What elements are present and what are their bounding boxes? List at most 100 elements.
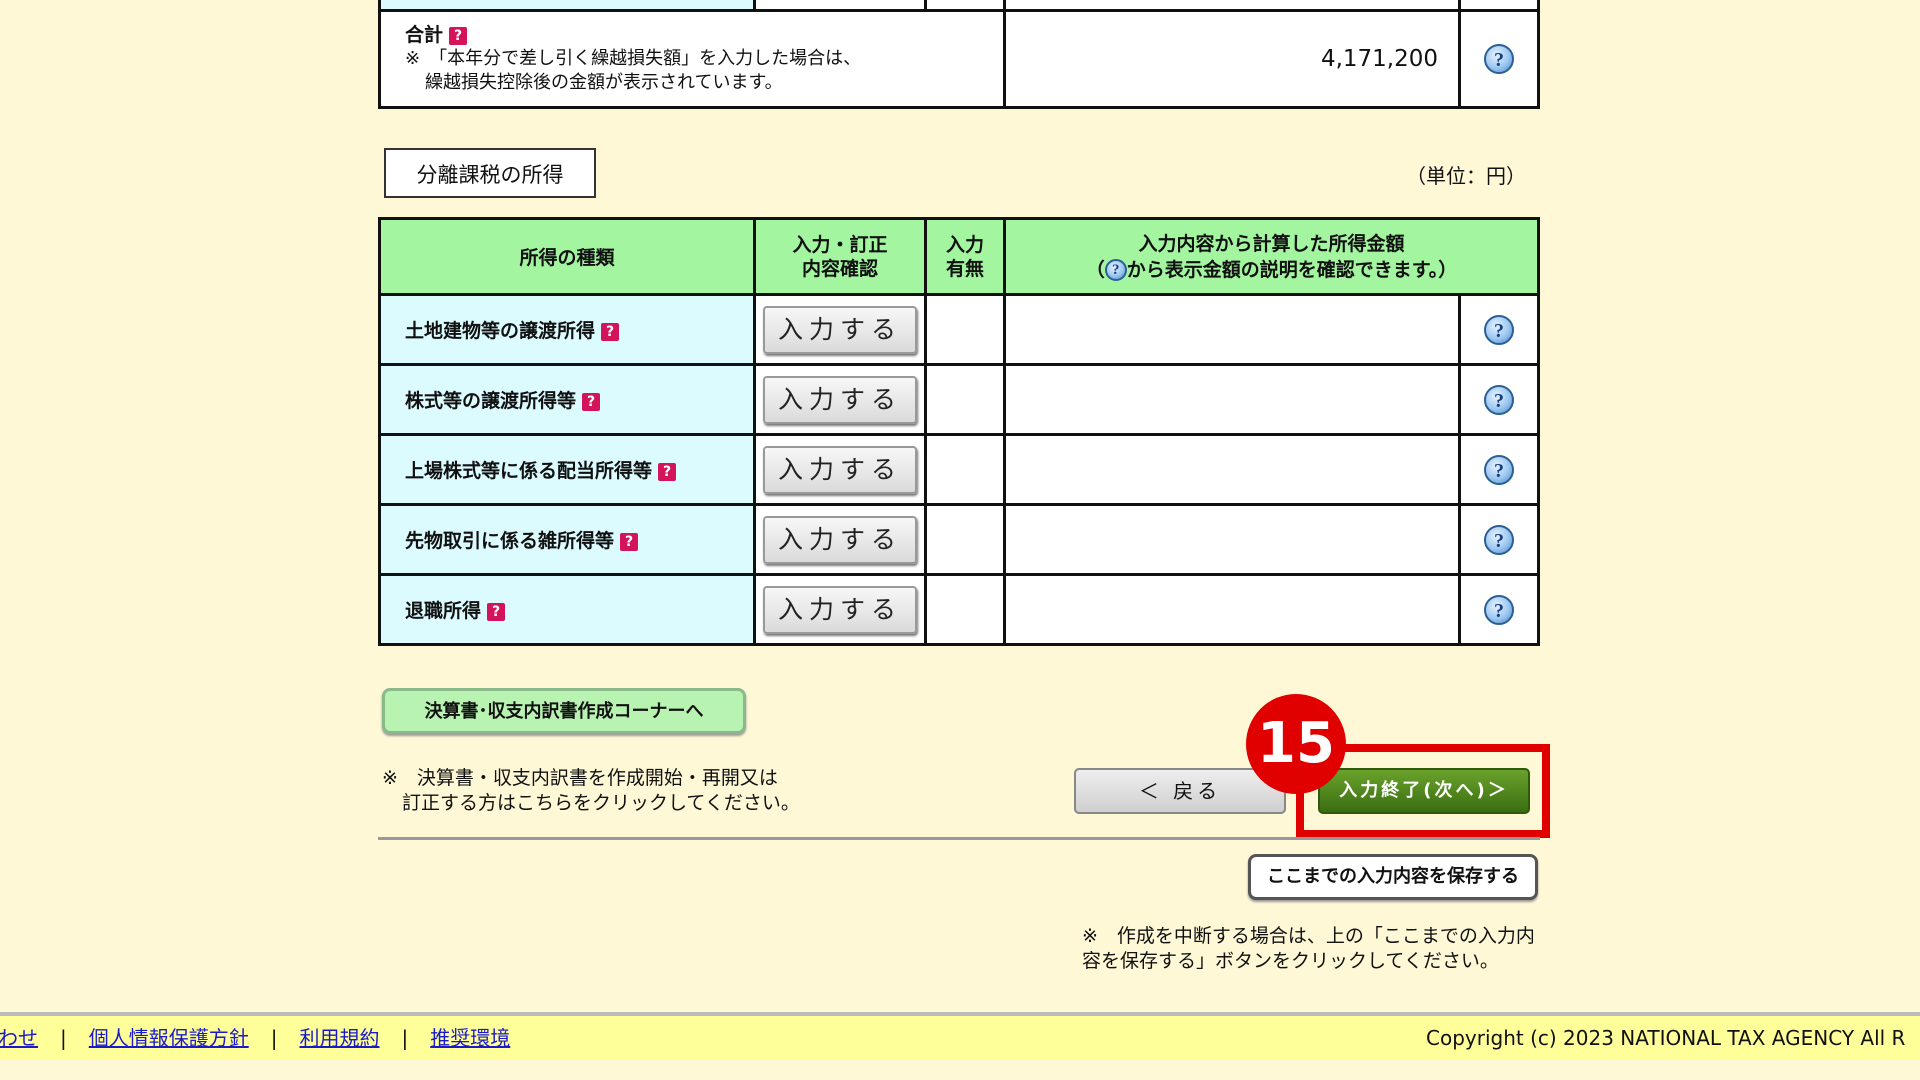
- help-cell: ?: [1458, 363, 1540, 436]
- footer-link-contact[interactable]: わせ: [0, 1026, 38, 1050]
- header-income-type: 所得の種類: [378, 217, 756, 296]
- help-cell: ?: [1458, 293, 1540, 366]
- header-input-confirm: 入力・訂正 内容確認: [753, 217, 927, 296]
- header-has-input: 入力 有無: [924, 217, 1006, 296]
- row-status: [924, 293, 1006, 366]
- total-title: 合計?: [405, 23, 1002, 47]
- row-label: 土地建物等の譲渡所得: [405, 320, 596, 342]
- question-bubble-icon[interactable]: ?: [1484, 44, 1514, 74]
- row-amount: [1003, 573, 1461, 646]
- corner-note-line2: 訂正する方はこちらをクリックしてください。: [402, 792, 800, 814]
- step-badge: 15: [1246, 694, 1346, 794]
- save-note: ※ 作成を中断する場合は、上の「ここまでの入力内容を保存する」ボタンをクリックし…: [1082, 925, 1535, 972]
- total-label-cell: 合計? ※ 「本年分で差し引く繰越損失額」を入力した場合は、 繰越損失控除後の金…: [378, 9, 1006, 109]
- red-question-icon[interactable]: ?: [582, 392, 601, 411]
- footer-link-privacy[interactable]: 個人情報保護方針: [89, 1026, 249, 1050]
- row-amount: [1003, 503, 1461, 576]
- footer-bottom: [0, 1060, 1920, 1080]
- footer-link-contact-text[interactable]: わせ: [0, 1026, 38, 1050]
- divider: [378, 837, 1540, 840]
- stub-cell: [1003, 0, 1461, 12]
- row-button-cell: 入力する: [753, 503, 927, 576]
- row-label: 上場株式等に係る配当所得等: [405, 460, 653, 482]
- input-button[interactable]: 入力する: [763, 305, 917, 354]
- question-bubble-icon[interactable]: ?: [1484, 454, 1514, 485]
- row-status: [924, 363, 1006, 436]
- footer-link-terms[interactable]: 利用規約: [300, 1026, 380, 1050]
- total-value: 4,171,200: [1003, 9, 1461, 109]
- header-has-line1: 入力: [945, 233, 984, 256]
- row-label-cell: 先物取引に係る雑所得等?: [378, 503, 756, 576]
- row-button-cell: 入力する: [753, 293, 927, 366]
- table-row: 株式等の譲渡所得等? 入力する ?: [378, 363, 1540, 436]
- row-label-cell: 土地建物等の譲渡所得?: [378, 293, 756, 366]
- summary-stub-row: [378, 0, 1540, 12]
- row-status: [924, 573, 1006, 646]
- summary-table: 合計? ※ 「本年分で差し引く繰越損失額」を入力した場合は、 繰越損失控除後の金…: [378, 0, 1540, 109]
- input-button[interactable]: 入力する: [763, 445, 917, 494]
- header-amount-post: から表示金額の説明を確認できます。）: [1126, 258, 1458, 281]
- input-button[interactable]: 入力する: [763, 585, 917, 634]
- row-label-cell: 株式等の譲渡所得等?: [378, 363, 756, 436]
- row-status: [924, 503, 1006, 576]
- help-cell: ?: [1458, 503, 1540, 576]
- header-input-line1: 入力・訂正: [792, 233, 888, 256]
- unit-label: （単位：円）: [1406, 164, 1526, 188]
- copyright: Copyright (c) 2023 NATIONAL TAX AGENCY A…: [1426, 1026, 1906, 1050]
- footer: わせ | 個人情報保護方針 | 利用規約 | 推奨環境 Copyright (c) 2023…: [0, 1016, 1920, 1060]
- row-label: 先物取引に係る雑所得等: [405, 530, 615, 552]
- question-bubble-icon[interactable]: ?: [1484, 384, 1514, 415]
- table-row: 先物取引に係る雑所得等? 入力する ?: [378, 503, 1540, 576]
- table-header-row: 所得の種類 入力・訂正 内容確認 入力 有無 入力内容から計算した所得金額 （?…: [378, 217, 1540, 296]
- header-has-line2: 有無: [945, 257, 984, 280]
- footer-separator: |: [270, 1026, 278, 1050]
- save-progress-button[interactable]: ここまでの入力内容を保存する: [1248, 854, 1538, 900]
- input-button[interactable]: 入力する: [763, 375, 917, 424]
- summary-total-row: 合計? ※ 「本年分で差し引く繰越損失額」を入力した場合は、 繰越損失控除後の金…: [378, 9, 1540, 109]
- header-amount-line2: （? から表示金額の説明を確認できます。）: [1007, 257, 1536, 283]
- row-amount: [1003, 363, 1461, 436]
- table-row: 土地建物等の譲渡所得? 入力する ?: [378, 293, 1540, 366]
- help-cell: ?: [1458, 573, 1540, 646]
- corner-note-line1: ※ 決算書・収支内訳書を作成開始・再開又は: [382, 767, 778, 789]
- row-status: [924, 433, 1006, 506]
- stub-cell: [924, 0, 1006, 12]
- table-row: 上場株式等に係る配当所得等? 入力する ?: [378, 433, 1540, 506]
- header-amount-line1: 入力内容から計算した所得金額: [1138, 232, 1405, 255]
- row-amount: [1003, 433, 1461, 506]
- separate-tax-section-label: 分離課税の所得: [384, 148, 596, 198]
- total-note-line1: ※ 「本年分で差し引く繰越損失額」を入力した場合は、: [405, 48, 862, 69]
- question-bubble-icon[interactable]: ?: [1484, 524, 1514, 555]
- red-question-icon[interactable]: ?: [487, 602, 506, 621]
- red-question-icon[interactable]: ?: [658, 462, 677, 481]
- footer-separator: |: [60, 1026, 67, 1050]
- footer-separator: |: [401, 1026, 409, 1050]
- red-question-icon[interactable]: ?: [620, 532, 639, 551]
- stub-cell: [378, 0, 756, 12]
- row-button-cell: 入力する: [753, 433, 927, 506]
- stub-cell: [753, 0, 927, 12]
- row-button-cell: 入力する: [753, 363, 927, 436]
- red-question-icon[interactable]: ?: [449, 26, 468, 45]
- row-button-cell: 入力する: [753, 573, 927, 646]
- back-button[interactable]: ＜ 戻る: [1074, 768, 1286, 814]
- help-cell: ?: [1458, 433, 1540, 506]
- row-label-cell: 上場株式等に係る配当所得等?: [378, 433, 756, 506]
- row-amount: [1003, 293, 1461, 366]
- help-cell: ?: [1458, 9, 1540, 109]
- question-bubble-icon: ?: [1104, 259, 1127, 281]
- table-row: 退職所得? 入力する ?: [378, 573, 1540, 646]
- row-label: 退職所得: [405, 600, 482, 622]
- total-note-line2: 繰越損失控除後の金額が表示されています。: [425, 72, 783, 93]
- footer-link-environment[interactable]: 推奨環境: [430, 1026, 510, 1050]
- question-bubble-icon[interactable]: ?: [1484, 594, 1514, 625]
- header-input-line2: 内容確認: [801, 257, 878, 280]
- corner-note: ※ 決算書・収支内訳書を作成開始・再開又は 訂正する方はこちらをクリックしてくだ…: [382, 766, 800, 816]
- separate-tax-table: 所得の種類 入力・訂正 内容確認 入力 有無 入力内容から計算した所得金額 （?…: [378, 217, 1540, 646]
- input-button[interactable]: 入力する: [763, 515, 917, 564]
- red-question-icon[interactable]: ?: [601, 322, 620, 341]
- row-label: 株式等の譲渡所得等: [405, 390, 577, 412]
- stub-cell: [1458, 0, 1540, 12]
- question-bubble-icon[interactable]: ?: [1484, 314, 1514, 345]
- financial-statement-corner-button[interactable]: 決算書･収支内訳書作成コーナーへ: [382, 688, 746, 734]
